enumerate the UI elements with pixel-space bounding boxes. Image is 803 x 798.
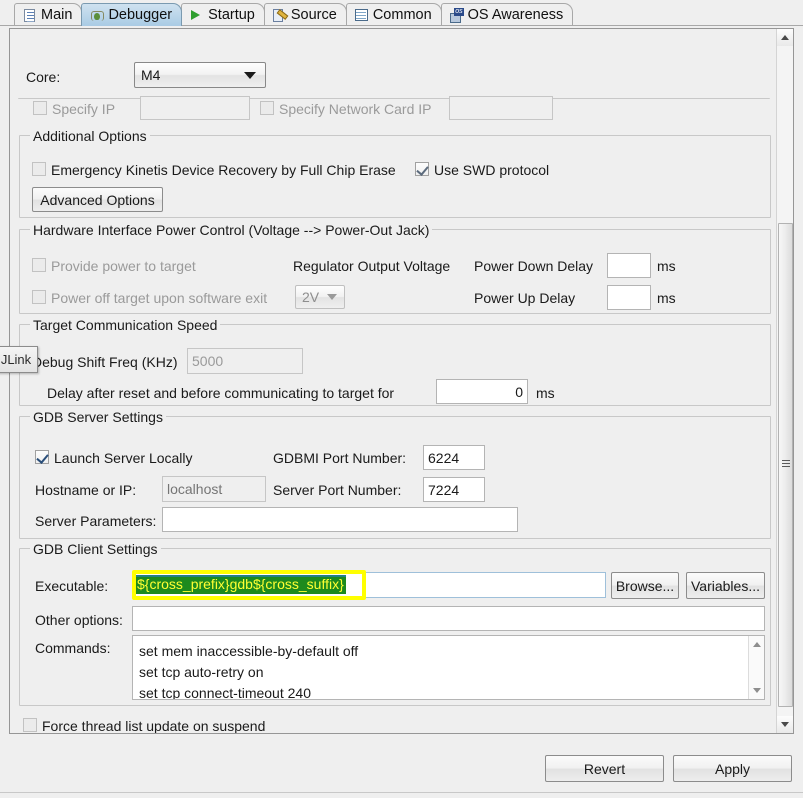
force-thread-list-label: Force thread list update on suspend [42,718,266,734]
tab-strip: Main Debugger Startup Source Common OS A… [14,3,574,26]
chevron-down-icon [244,71,256,79]
jlink-tooltip: JLink [0,346,38,373]
footer-separator [0,792,803,793]
scrollbar-grip-icon [782,460,790,469]
gdbmi-port-input[interactable] [423,445,485,470]
variables-button[interactable]: Variables... [686,572,765,599]
specify-ip-input[interactable] [140,96,250,120]
panel-vertical-scrollbar[interactable] [776,29,793,733]
tab-debugger[interactable]: Debugger [81,3,183,26]
scroll-down-icon[interactable] [777,716,793,733]
commands-scrollbar[interactable] [748,636,764,699]
additional-options-title: Additional Options [30,128,150,144]
tab-startup[interactable]: Startup [181,3,265,26]
executable-selected-text: ${cross_prefix}gdb${cross_suffix} [135,575,346,594]
power-down-delay-label: Power Down Delay [474,258,594,274]
os-icon [449,7,464,23]
executable-input[interactable]: ${cross_prefix}gdb${cross_suffix} [132,572,606,598]
gdb-client-title: GDB Client Settings [30,541,161,557]
emergency-kinetis-erase-label: Emergency Kinetis Device Recovery by Ful… [51,162,396,178]
server-parameters-input[interactable] [162,507,518,532]
commands-label: Commands: [35,640,111,656]
settings-content: Core: M4 Specify IP Specify Network Card… [10,29,778,733]
core-combobox[interactable]: M4 [134,62,266,88]
delay-after-reset-unit: ms [536,385,555,401]
other-options-label: Other options: [35,612,123,628]
source-edit-icon [272,8,287,23]
power-up-delay-input[interactable] [607,285,651,310]
apply-button[interactable]: Apply [673,755,792,782]
chevron-down-icon [327,294,337,300]
specify-network-card-ip-checkbox[interactable] [260,101,274,115]
specify-ip-checkbox[interactable] [33,101,47,115]
launch-server-locally-checkbox[interactable] [35,450,49,464]
tab-main-label: Main [41,7,73,23]
core-combobox-value: M4 [141,67,161,83]
play-icon [189,8,204,23]
bug-icon [89,8,105,23]
emergency-kinetis-erase-checkbox[interactable] [32,162,46,176]
tab-debugger-label: Debugger [108,7,173,23]
use-swd-protocol-label: Use SWD protocol [434,162,550,178]
delay-after-reset-input[interactable] [436,379,528,404]
tab-main[interactable]: Main [14,3,83,26]
scroll-down-icon[interactable] [749,683,764,698]
dialog-button-bar: Revert Apply [0,736,803,798]
gdbmi-port-label: GDBMI Port Number: [273,450,407,466]
core-group [18,31,770,99]
regulator-voltage-combobox[interactable]: 2V [295,285,345,309]
specify-network-card-ip-label: Specify Network Card IP [279,101,432,117]
debug-shift-freq-input[interactable] [187,348,303,374]
tab-bar: Main Debugger Startup Source Common OS A… [0,0,803,26]
browse-button[interactable]: Browse... [611,572,679,599]
power-control-title: Hardware Interface Power Control (Voltag… [30,222,433,238]
tab-common[interactable]: Common [345,3,442,26]
core-label: Core: [26,69,61,85]
hostname-input[interactable] [162,476,266,502]
power-down-delay-unit: ms [657,258,676,274]
executable-label: Executable: [35,578,109,594]
tab-os-awareness[interactable]: OS Awareness [440,3,574,26]
server-port-label: Server Port Number: [273,482,402,498]
target-speed-title: Target Communication Speed [30,317,221,333]
table-icon [354,8,369,23]
specify-ip-label: Specify IP [52,101,116,117]
other-options-input[interactable] [132,606,765,631]
power-off-exit-label: Power off target upon software exit [51,290,268,306]
power-up-delay-label: Power Up Delay [474,290,576,306]
scrollbar-thumb[interactable] [778,223,793,707]
advanced-options-button[interactable]: Advanced Options [32,187,163,212]
launch-server-locally-label: Launch Server Locally [54,450,193,466]
tab-source-label: Source [290,7,337,23]
regulator-output-voltage-label: Regulator Output Voltage [293,258,451,274]
delay-after-reset-label: Delay after reset and before communicati… [47,385,395,401]
provide-power-label: Provide power to target [51,258,196,274]
scroll-up-icon[interactable] [749,637,764,652]
power-down-delay-input[interactable] [607,253,651,278]
commands-textarea[interactable]: set mem inaccessible-by-default off set … [132,635,765,700]
regulator-voltage-value: 2V [302,289,320,305]
commands-text: set mem inaccessible-by-default off set … [139,643,359,699]
tab-os-awareness-label: OS Awareness [467,7,564,23]
server-parameters-label: Server Parameters: [35,513,157,529]
power-off-exit-checkbox[interactable] [32,290,46,304]
debug-shift-freq-label: Debug Shift Freq (KHz) [32,354,178,370]
hostname-label: Hostname or IP: [35,482,137,498]
server-port-input[interactable] [423,477,485,502]
tab-startup-label: Startup [208,7,255,23]
tab-common-label: Common [372,7,432,23]
scroll-up-icon[interactable] [777,29,793,46]
tab-source[interactable]: Source [263,3,347,26]
force-thread-list-checkbox[interactable] [23,718,37,732]
use-swd-protocol-checkbox[interactable] [415,162,429,176]
revert-button[interactable]: Revert [545,755,664,782]
gdb-server-title: GDB Server Settings [30,409,166,425]
document-icon [22,8,37,23]
power-up-delay-unit: ms [657,290,676,306]
debugger-settings-panel: Core: M4 Specify IP Specify Network Card… [9,28,794,734]
specify-network-card-ip-input[interactable] [449,96,553,120]
provide-power-checkbox[interactable] [32,258,46,272]
